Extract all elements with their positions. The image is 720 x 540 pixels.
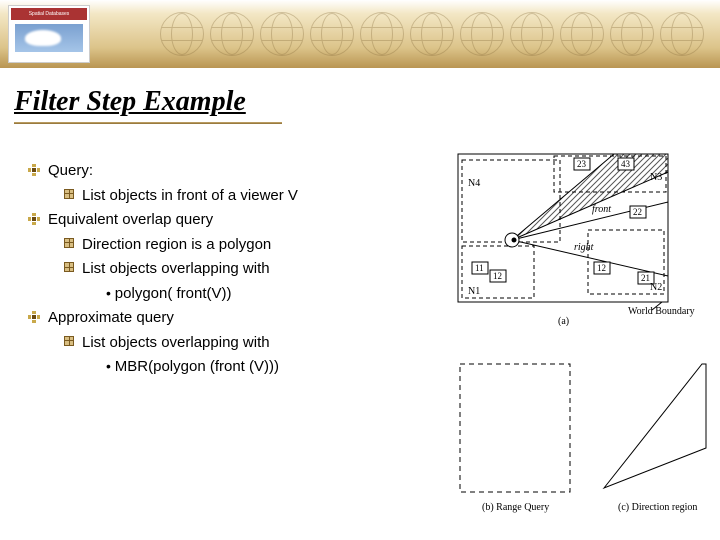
globes-decoration xyxy=(160,12,720,56)
box-11: 11 xyxy=(475,263,484,273)
box-21: 12 xyxy=(597,263,606,273)
box-bullet-icon xyxy=(64,262,74,272)
svg-text:12: 12 xyxy=(493,271,502,281)
figure-a: 23 43 22 12 21 11 12 N4 N3 N1 N2 front r… xyxy=(454,150,708,326)
figure-bc: (b) Range Query (c) Direction region xyxy=(454,358,708,518)
box-bullet-icon xyxy=(64,336,74,346)
content-body: Query: List objects in front of a viewer… xyxy=(28,160,428,381)
label-n2: N2 xyxy=(650,282,662,293)
diamond-bullet-icon xyxy=(28,213,40,225)
label-n3: N3 xyxy=(650,172,662,183)
caption-b: (b) Range Query xyxy=(482,502,549,513)
label-world-boundary: World Boundary xyxy=(628,306,695,317)
box-44: 43 xyxy=(621,159,631,169)
diamond-bullet-icon xyxy=(28,164,40,176)
equiv-sub: polygon( front(V)) xyxy=(106,283,428,306)
label-front: front xyxy=(592,204,611,215)
query-heading: Query: xyxy=(48,160,93,183)
approx-heading: Approximate query xyxy=(48,307,174,330)
slide-title: Filter Step Example xyxy=(14,86,246,118)
query-item: List objects in front of a viewer V xyxy=(82,185,298,208)
cloud-image xyxy=(15,24,83,52)
label-n1: N1 xyxy=(468,286,480,297)
approx-sub: MBR(polygon (front (V))) xyxy=(106,356,428,379)
logo: Spatial Databases xyxy=(8,5,90,63)
box-43: 23 xyxy=(577,159,587,169)
label-n4: N4 xyxy=(468,178,480,189)
caption-c: (c) Direction region xyxy=(618,502,697,513)
approx-item-0: List objects overlapping with xyxy=(82,332,270,355)
caption-a: (a) xyxy=(558,316,569,326)
box-bullet-icon xyxy=(64,238,74,248)
equiv-item-1: List objects overlapping with xyxy=(82,258,270,281)
logo-title: Spatial Databases xyxy=(11,8,87,20)
diamond-bullet-icon xyxy=(28,311,40,323)
label-right: right xyxy=(574,242,594,253)
box-23: 22 xyxy=(633,207,642,217)
slide-header: Spatial Databases xyxy=(0,0,720,68)
equiv-item-0: Direction region is a polygon xyxy=(82,234,271,257)
box-22: 21 xyxy=(641,273,650,283)
title-underline xyxy=(14,122,282,124)
equiv-heading: Equivalent overlap query xyxy=(48,209,213,232)
box-bullet-icon xyxy=(64,189,74,199)
